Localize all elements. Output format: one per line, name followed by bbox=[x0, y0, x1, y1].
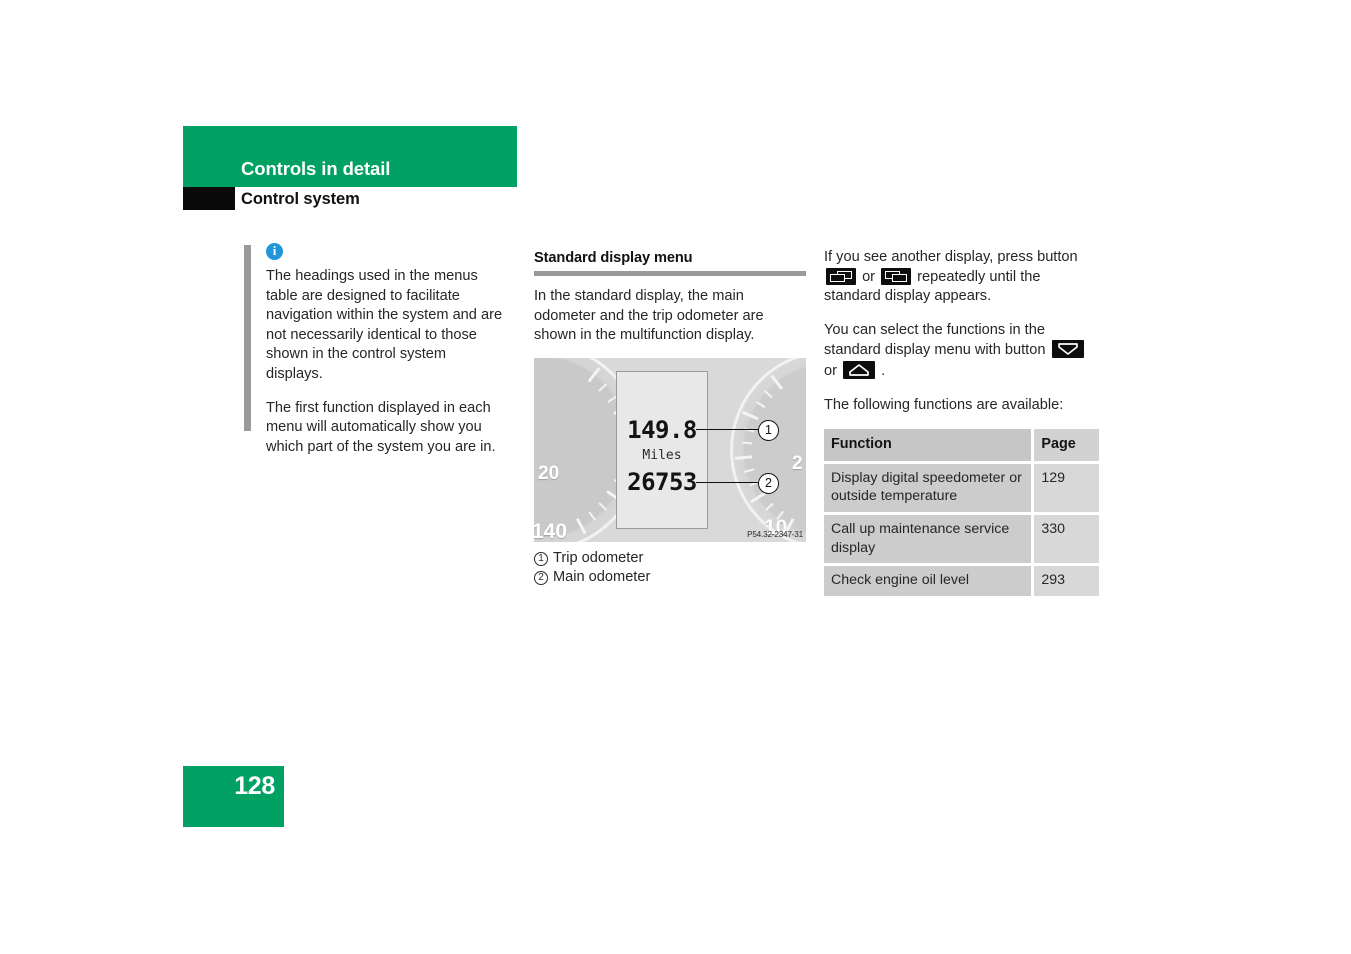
function-cell: Display digital speedometer or outside t… bbox=[824, 463, 1031, 512]
table-row: Display digital speedometer or outside t… bbox=[824, 463, 1099, 512]
table-header-row: Function Page bbox=[824, 429, 1099, 461]
dial-tick-mark bbox=[588, 367, 602, 384]
instruction-text-end: . bbox=[881, 362, 886, 379]
arrow-button-instruction: You can select the functions in the stan… bbox=[824, 321, 1099, 382]
section-title: Control system bbox=[241, 190, 360, 208]
dial-tick-mark bbox=[735, 454, 753, 460]
dial-tick-mark bbox=[764, 502, 774, 511]
speedometer-dial-right bbox=[730, 357, 806, 542]
display-button-instruction: If you see another display, press button… bbox=[824, 248, 1099, 307]
left-column: The headings used in the menus table are… bbox=[244, 242, 506, 457]
callout-marker-1: 1 bbox=[758, 419, 779, 441]
legend-marker-2: 2 bbox=[534, 570, 548, 585]
dial-tick-mark bbox=[742, 441, 753, 445]
note-side-rule bbox=[244, 245, 251, 431]
instruction-text-part-1: If you see another display, press button bbox=[824, 249, 1078, 265]
middle-column: Standard display menu In the standard di… bbox=[534, 243, 806, 587]
dial-tick-mark bbox=[764, 389, 774, 398]
right-column: If you see another display, press button… bbox=[824, 243, 1099, 596]
function-cell: Check engine oil level bbox=[824, 566, 1031, 596]
illustration-legend: 1 Trip odometer 2 Main odometer bbox=[534, 549, 806, 587]
heading-rule bbox=[534, 271, 806, 276]
illustration-image-id: P54.32-2347-31 bbox=[747, 529, 803, 539]
column-header-function: Function bbox=[824, 429, 1031, 461]
chevron-up-glyph bbox=[849, 364, 869, 376]
legend-label-main-odometer: Main odometer bbox=[553, 568, 651, 585]
standard-display-menu-heading: Standard display menu bbox=[534, 250, 693, 266]
chapter-title: Controls in detail bbox=[241, 158, 391, 179]
dial-tick-mark bbox=[755, 400, 766, 409]
multifunction-display-screen: 149.8 Miles 26753 bbox=[616, 370, 708, 529]
functions-table: Function Page Display digital speedomete… bbox=[824, 429, 1099, 596]
instruction-text-part-1: You can select the functions in the stan… bbox=[824, 321, 1046, 359]
table-row: Check engine oil level 293 bbox=[824, 566, 1099, 596]
window-front-shape bbox=[892, 273, 908, 282]
instruction-conjunction: or bbox=[862, 268, 876, 285]
dial-tick-mark bbox=[742, 410, 760, 421]
dial-label-20: 20 bbox=[538, 462, 560, 484]
note-box: The headings used in the menus table are… bbox=[244, 242, 506, 457]
dial-tick-mark bbox=[598, 501, 608, 511]
legend-item: 1 Trip odometer bbox=[534, 549, 806, 568]
page-number: 128 bbox=[234, 772, 275, 800]
instrument-cluster-illustration: 20 140 2 10 149.8 Miles 26753 1 2 P54.32… bbox=[534, 357, 806, 542]
info-icon bbox=[266, 242, 283, 260]
dial-tick-mark bbox=[598, 383, 608, 393]
trip-odometer-value: 149.8 bbox=[627, 415, 697, 444]
callout-leader-line-2 bbox=[696, 481, 758, 484]
window-front-shape bbox=[830, 273, 845, 282]
instruction-text-part-2: repeatedly until the standard display ap… bbox=[824, 268, 1041, 305]
column-header-page: Page bbox=[1034, 429, 1099, 461]
display-prev-button-icon bbox=[826, 267, 856, 285]
function-cell: Call up maintenance service display bbox=[824, 514, 1031, 564]
page-cell: 330 bbox=[1034, 514, 1099, 564]
dial-tick-mark bbox=[770, 373, 784, 390]
arrow-down-button-icon bbox=[1051, 340, 1084, 359]
callout-marker-2: 2 bbox=[758, 472, 779, 494]
section-marker-block bbox=[183, 187, 235, 210]
dial-label-2: 2 bbox=[792, 452, 803, 474]
chevron-down-glyph bbox=[1057, 343, 1078, 356]
legend-marker-1: 1 bbox=[534, 551, 548, 566]
dial-tick-mark bbox=[575, 518, 587, 535]
note-paragraph: The first function displayed in each men… bbox=[266, 399, 496, 455]
display-next-button-icon bbox=[881, 267, 912, 285]
standard-display-intro-text: In the standard display, the main odomet… bbox=[534, 288, 764, 344]
instruction-conjunction: or bbox=[824, 362, 837, 379]
odometer-unit-label: Miles bbox=[642, 447, 682, 463]
dial-tick-mark bbox=[587, 511, 596, 521]
dial-tick-mark bbox=[749, 491, 766, 504]
legend-label-trip-odometer: Trip odometer bbox=[553, 549, 644, 566]
dial-label-140: 140 bbox=[534, 519, 568, 542]
dial-tick-mark bbox=[744, 468, 755, 473]
main-odometer-value: 26753 bbox=[627, 467, 697, 496]
legend-item: 2 Main odometer bbox=[534, 568, 806, 587]
page-cell: 129 bbox=[1034, 463, 1099, 512]
functions-available-text: The following functions are available: bbox=[824, 396, 1064, 413]
page-cell: 293 bbox=[1034, 566, 1099, 596]
table-row: Call up maintenance service display 330 bbox=[824, 514, 1099, 564]
callout-leader-line-1 bbox=[696, 428, 758, 431]
arrow-up-button-icon bbox=[843, 360, 876, 379]
note-paragraph: The headings used in the menus table are… bbox=[266, 268, 503, 382]
